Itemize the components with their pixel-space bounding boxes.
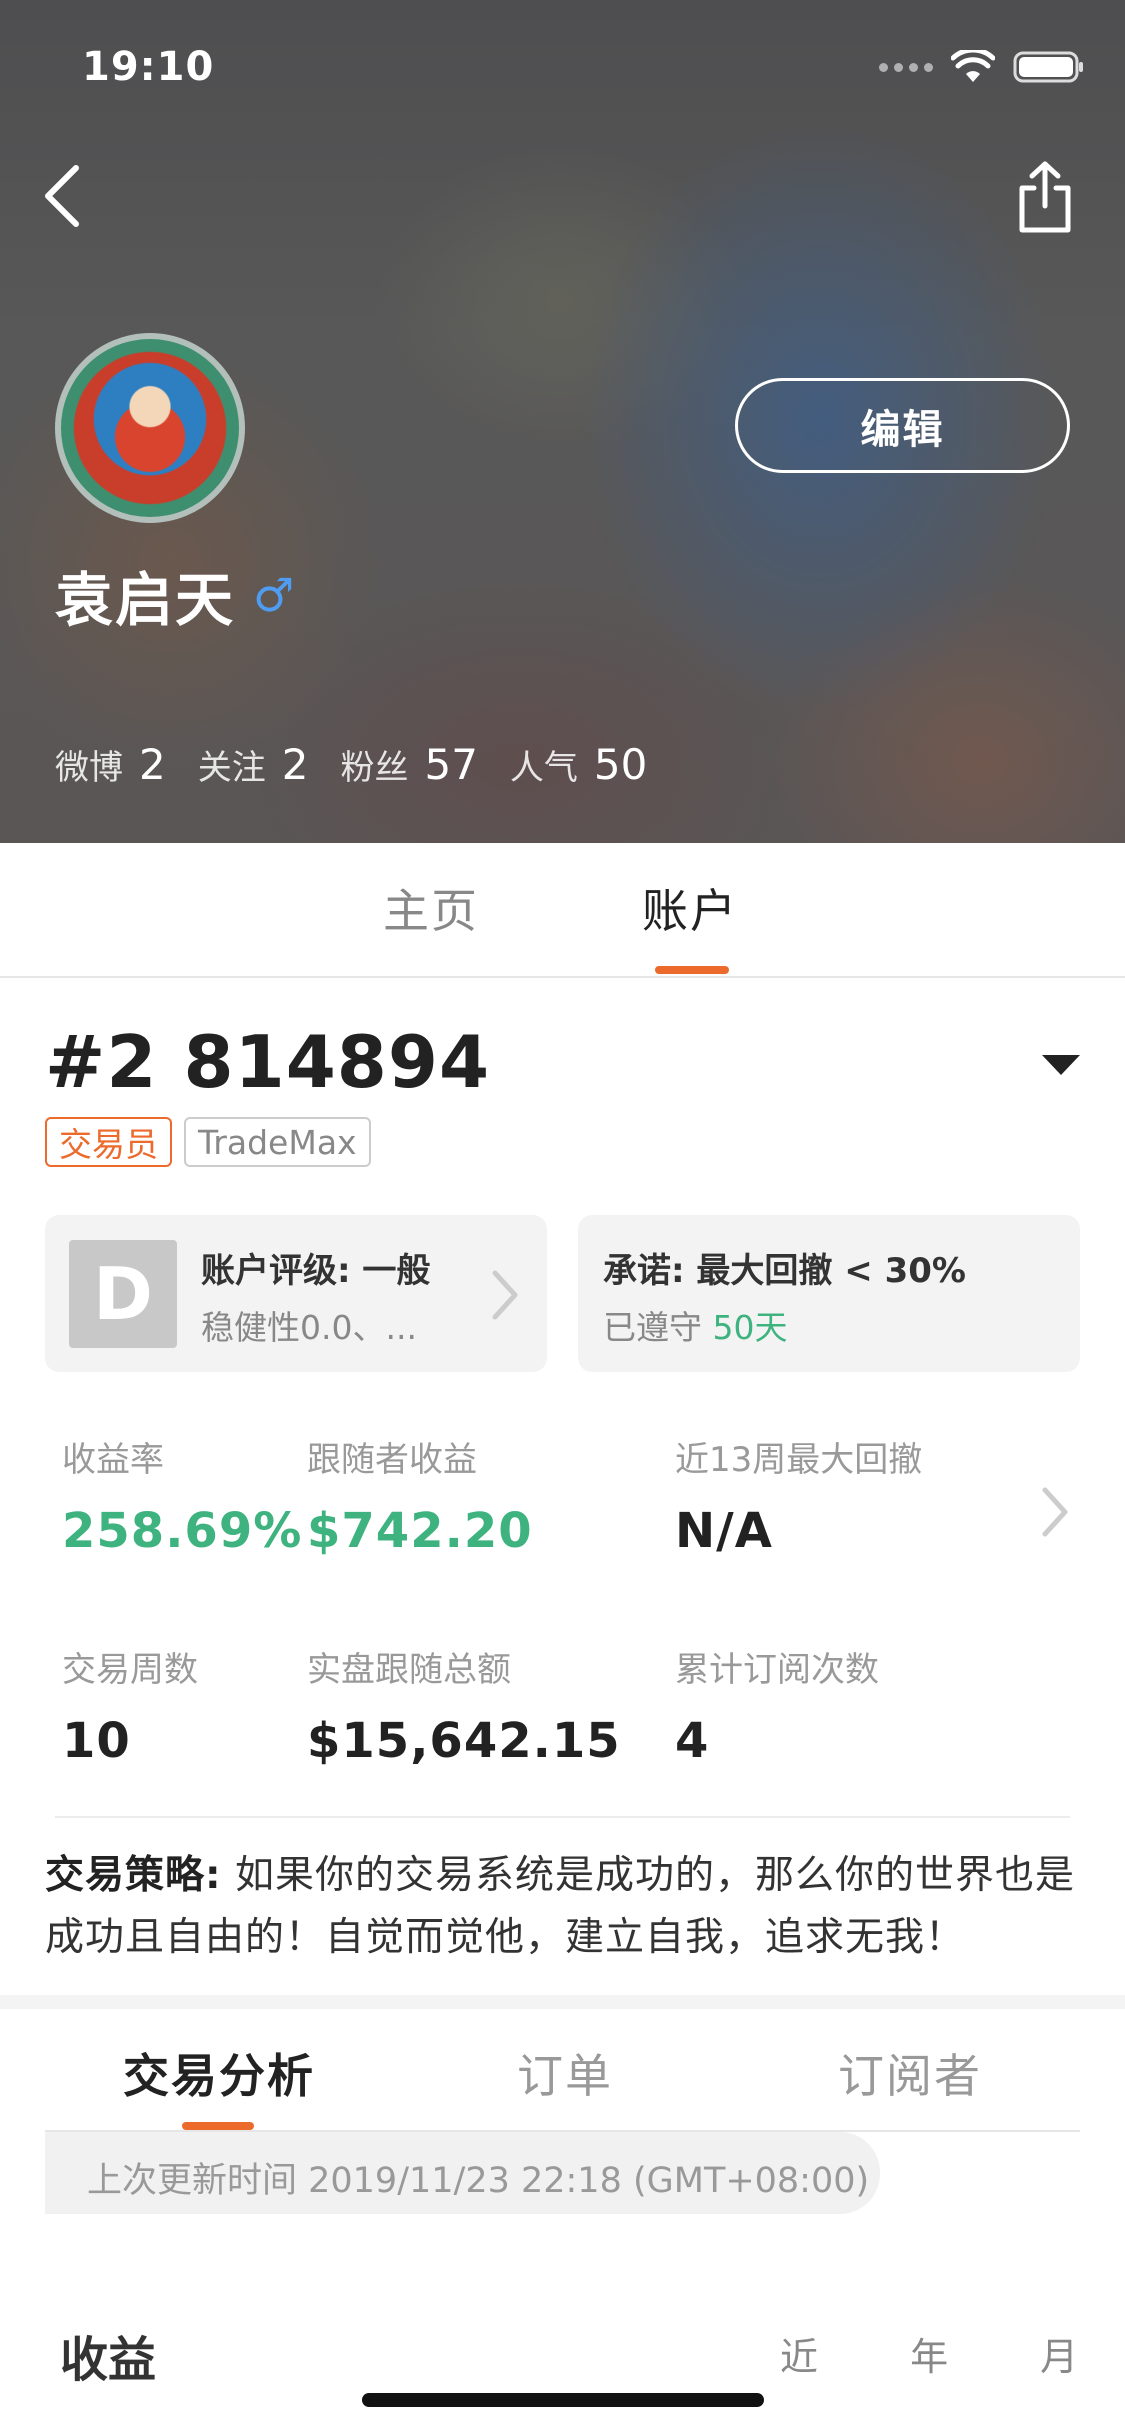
avatar[interactable]: [55, 333, 245, 523]
status-icons: [879, 50, 1085, 84]
range-selector[interactable]: 近 年 月: [780, 2326, 1118, 2381]
stat-fans[interactable]: 粉丝 57: [340, 740, 477, 789]
promise-title: 承诺: 最大回撤 < 30%: [603, 1251, 966, 1291]
metric-value-max-drawdown: N/A: [675, 1503, 773, 1559]
metric-value-subscriptions: 4: [675, 1713, 710, 1769]
metric-value-return: 258.69%: [62, 1503, 303, 1559]
rating-card[interactable]: D 账户评级: 一般 稳健性0.0、...: [45, 1215, 547, 1372]
sub-tab-indicator: [182, 2122, 254, 2130]
tab-account[interactable]: 账户: [642, 875, 738, 941]
signal-icon: [879, 62, 933, 72]
main-tabs: 主页 账户: [0, 843, 1125, 978]
battery-icon: [1013, 51, 1083, 83]
section-gap: [0, 1995, 1125, 2009]
rating-subtitle: 稳健性0.0、...: [201, 1308, 417, 1347]
share-icon: [1019, 161, 1071, 233]
promise-subtitle-prefix: 已遵守: [603, 1308, 713, 1347]
promise-subtitle: 已遵守 50天: [603, 1301, 788, 1349]
chevron-down-icon[interactable]: [1042, 1055, 1080, 1075]
sub-tabs: 交易分析 订单 订阅者: [45, 2010, 1080, 2132]
status-time: 19:10: [82, 44, 215, 90]
metric-label-max-drawdown: 近13周最大回撤: [675, 1440, 923, 1480]
tab-indicator: [655, 966, 729, 974]
last-update-bar: 上次更新时间 2019/11/23 22:18 (GMT+08:00): [45, 2132, 880, 2214]
tab-home[interactable]: 主页: [383, 875, 479, 941]
metric-label-follower-profit: 跟随者收益: [307, 1440, 477, 1480]
strategy-label: 交易策略:: [45, 1853, 222, 1898]
stat-label: 粉丝: [340, 748, 409, 788]
metric-value-trading-weeks: 10: [62, 1713, 131, 1769]
profile-header: 19:10 编辑 袁启天 ♂ 微博 2 关注 2 粉丝 57 人气 50: [0, 0, 1125, 843]
account-number: #2 814894: [45, 1020, 491, 1104]
profit-section-title: 收益: [60, 2332, 157, 2388]
wifi-icon: [951, 50, 995, 82]
stat-value: 50: [593, 740, 648, 789]
metric-label-subscriptions: 累计订阅次数: [675, 1650, 879, 1690]
account-tags: 交易员 TradeMax: [45, 1117, 371, 1167]
stat-label: 人气: [509, 748, 578, 788]
profile-stats: 微博 2 关注 2 粉丝 57 人气 50: [55, 740, 647, 789]
profile-name: 袁启天: [55, 566, 236, 634]
rating-title: 账户评级: 一般: [201, 1251, 431, 1291]
chevron-right-icon: [492, 1270, 518, 1320]
chevron-right-icon[interactable]: [1035, 1482, 1075, 1542]
stat-popularity: 人气 50: [510, 740, 647, 789]
rating-badge: D: [69, 1240, 177, 1348]
edit-profile-button[interactable]: 编辑: [735, 378, 1070, 473]
back-button[interactable]: [36, 160, 96, 230]
tab-subscribers[interactable]: 订阅者: [838, 2040, 982, 2106]
metric-label-trading-weeks: 交易周数: [62, 1650, 198, 1690]
last-update-text: 上次更新时间 2019/11/23 22:18 (GMT+08:00): [87, 2161, 870, 2201]
stat-label: 微博: [55, 748, 123, 788]
stat-value: 2: [139, 740, 166, 789]
share-button[interactable]: [1010, 158, 1080, 238]
stat-label: 关注: [197, 748, 266, 788]
promise-card: 承诺: 最大回撤 < 30% 已遵守 50天: [578, 1215, 1080, 1372]
chevron-left-icon: [45, 165, 79, 227]
metric-label-return: 收益率: [62, 1440, 164, 1480]
stat-weibo[interactable]: 微博 2: [55, 740, 166, 789]
metric-value-follower-profit: $742.20: [307, 1503, 533, 1559]
home-indicator[interactable]: [362, 2393, 764, 2407]
broker-tag: TradeMax: [184, 1117, 371, 1167]
divider: [55, 1816, 1070, 1818]
tab-orders[interactable]: 订单: [517, 2040, 613, 2106]
promise-days: 50天: [712, 1308, 788, 1347]
stat-value: 57: [424, 740, 478, 789]
metric-value-follow-total: $15,642.15: [307, 1713, 621, 1769]
trading-strategy: 交易策略: 如果你的交易系统是成功的，那么你的世界也是成功且自由的！自觉而觉他，…: [45, 1845, 1085, 1969]
profile-name-row: 袁启天 ♂: [55, 553, 294, 637]
metric-label-follow-total: 实盘跟随总额: [307, 1650, 511, 1690]
stat-value: 2: [281, 740, 309, 789]
role-tag: 交易员: [45, 1117, 172, 1167]
stat-following[interactable]: 关注 2: [198, 740, 309, 789]
profit-section: 收益 近 年 月: [0, 2300, 1125, 2436]
tab-trade-analysis[interactable]: 交易分析: [123, 2040, 315, 2106]
male-gender-icon: ♂: [253, 568, 295, 622]
